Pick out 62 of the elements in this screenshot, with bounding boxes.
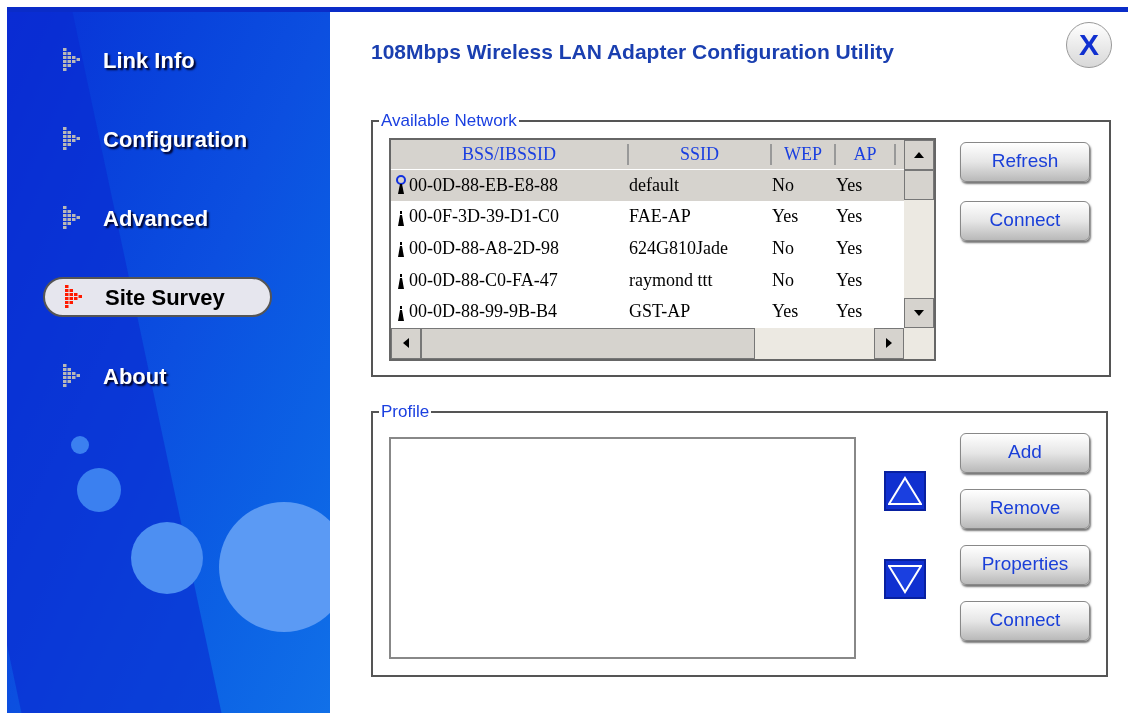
table-cell-text: GST-AP [629, 300, 692, 324]
column-header[interactable]: AP [836, 143, 896, 165]
column-header[interactable]: SSID [629, 143, 772, 165]
refresh-button[interactable]: Refresh [960, 141, 1090, 182]
table-cell-text: No [772, 173, 795, 197]
connect-button[interactable]: Connect [960, 600, 1090, 641]
sidebar-item[interactable]: Configuration [63, 119, 330, 159]
table-cell-text: No [772, 268, 795, 292]
network-row[interactable]: 00-0D-88-EB-E8-88 default No Yes [391, 169, 904, 202]
vertical-scrollbar[interactable] [904, 139, 934, 328]
dotted-arrow-icon [63, 127, 83, 151]
table-cell-text: 00-0D-88-EB-E8-88 [409, 173, 558, 197]
sidebar-item[interactable]: About [63, 356, 330, 396]
sidebar-item[interactable]: Advanced [63, 198, 330, 238]
table-cell-text: 624G810Jade [629, 237, 729, 260]
table-cell-text: Yes [836, 237, 864, 260]
down-arrow-icon [914, 309, 924, 316]
table-cell-text: raymond ttt [629, 268, 714, 292]
table-cell-text: Yes [772, 205, 800, 229]
scroll-thumb[interactable] [421, 327, 755, 359]
dotted-arrow-icon [63, 206, 83, 230]
column-header[interactable]: WEP [772, 143, 836, 165]
table-cell-text: No [772, 237, 795, 260]
properties-button[interactable]: Properties [960, 544, 1090, 585]
right-arrow-icon [886, 338, 892, 348]
up-triangle-icon [888, 475, 922, 506]
move-down-button[interactable] [884, 558, 926, 599]
table-cell-text: 00-0D-88-A8-2D-98 [409, 237, 559, 260]
antenna-signal-icon [395, 175, 407, 196]
table-cell-text: Yes [836, 173, 864, 197]
table-cell-text: Yes [836, 300, 864, 324]
scroll-down-button[interactable] [904, 297, 934, 328]
dotted-arrow-icon [65, 285, 85, 309]
table-cell-text: default [629, 173, 680, 197]
dotted-arrow-icon [63, 48, 83, 72]
remove-button[interactable]: Remove [960, 488, 1090, 529]
scroll-left-button[interactable] [391, 327, 421, 359]
dotted-arrow-icon [63, 364, 83, 388]
table-cell-text: FAE-AP [629, 205, 692, 229]
horizontal-scrollbar[interactable] [391, 327, 934, 359]
down-triangle-icon [888, 563, 922, 594]
table-cell-text: 00-0D-88-99-9B-B4 [409, 300, 557, 324]
table-cell-text: Yes [836, 205, 864, 229]
scroll-up-button[interactable] [904, 139, 934, 170]
table-cell-text: Yes [836, 268, 864, 292]
window-title: 108Mbps Wireless LAN Adapter Configuration Utility [371, 39, 894, 66]
scroll-right-button[interactable] [874, 327, 904, 359]
connect-button[interactable]: Connect [960, 200, 1090, 241]
scroll-thumb[interactable] [904, 169, 934, 200]
group-legend: Available Network [379, 108, 519, 134]
table-cell-text: Yes [772, 300, 800, 324]
sidebar-item[interactable]: Link Info [63, 40, 330, 80]
column-header[interactable]: BSS/IBSSID [391, 143, 629, 165]
move-up-button[interactable] [884, 470, 926, 511]
group-legend: Profile [379, 399, 432, 425]
left-arrow-icon [403, 338, 409, 348]
table-cell-text: 00-0D-88-C0-FA-47 [409, 268, 558, 292]
sidebar-item[interactable]: Site Survey [43, 277, 272, 317]
up-arrow-icon [914, 151, 924, 158]
add-button[interactable]: Add [960, 432, 1090, 473]
table-cell-text: 00-0F-3D-39-D1-C0 [409, 205, 559, 229]
close-button[interactable]: X [1066, 22, 1112, 68]
